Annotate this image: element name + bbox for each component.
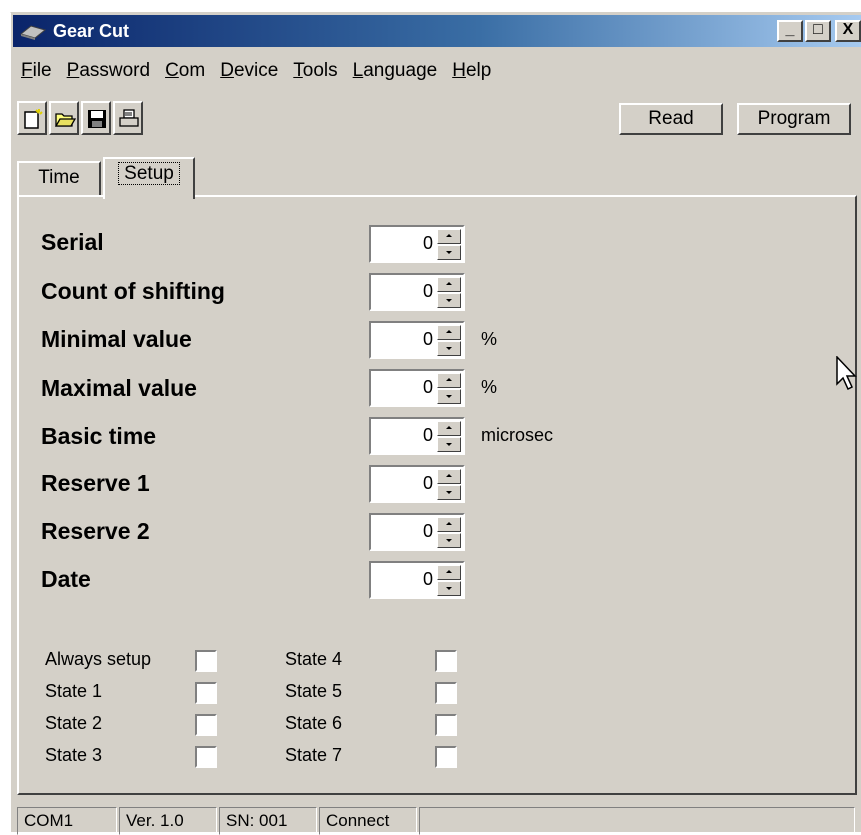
save-icon xyxy=(88,110,106,128)
state-5-label: State 5 xyxy=(285,681,343,701)
close-icon: X xyxy=(842,21,854,38)
state-6-checkbox[interactable] xyxy=(435,714,457,736)
spin-up-icon[interactable] xyxy=(437,469,461,484)
spin-up-icon[interactable] xyxy=(437,325,461,340)
state-7-label: State 7 xyxy=(285,745,343,765)
count-of-shifting-stepper[interactable]: 0 xyxy=(369,273,465,311)
menu-file[interactable]: File xyxy=(15,57,61,85)
status-port: COM1 xyxy=(17,807,117,835)
spin-up-icon[interactable] xyxy=(437,229,461,244)
date-value[interactable]: 0 xyxy=(423,569,433,590)
reserve-1-stepper[interactable]: 0 xyxy=(369,465,465,503)
serial-label: Serial xyxy=(41,229,104,255)
spin-down-icon[interactable] xyxy=(437,485,461,500)
spin-up-icon[interactable] xyxy=(437,373,461,388)
always-setup-label: Always setup xyxy=(45,649,152,669)
menu-com[interactable]: Com xyxy=(159,57,214,85)
reserve-1-value[interactable]: 0 xyxy=(423,473,433,494)
setup-panel: Serial 0 Count of shifting 0 Minimal val… xyxy=(17,195,857,795)
spin-down-icon[interactable] xyxy=(437,581,461,596)
reserve-2-label: Reserve 2 xyxy=(41,518,150,544)
state-5-checkbox[interactable] xyxy=(435,682,457,704)
basic-time-unit: microsec xyxy=(481,425,554,445)
state-7-checkbox[interactable] xyxy=(435,746,457,768)
maximize-button[interactable]: □ xyxy=(805,20,831,42)
spin-down-icon[interactable] xyxy=(437,437,461,452)
menu-tools[interactable]: Tools xyxy=(287,57,346,85)
spin-down-icon[interactable] xyxy=(437,245,461,260)
minimal-value-label: Minimal value xyxy=(41,326,192,352)
spin-up-icon[interactable] xyxy=(437,421,461,436)
maximal-value-label: Maximal value xyxy=(41,375,197,401)
toolbar: Read Program xyxy=(15,93,855,139)
maximize-icon: □ xyxy=(813,21,823,38)
maximal-value-value[interactable]: 0 xyxy=(423,377,433,398)
menu-password[interactable]: Password xyxy=(61,57,159,85)
menu-help[interactable]: Help xyxy=(446,57,500,85)
save-button[interactable] xyxy=(81,101,111,135)
program-button[interactable]: Program xyxy=(737,103,851,135)
tab-time[interactable]: Time xyxy=(17,161,101,197)
title-bar[interactable]: Gear Cut _ □ X xyxy=(13,15,861,47)
mouse-cursor-icon xyxy=(836,356,857,391)
spin-down-icon[interactable] xyxy=(437,389,461,404)
main-window: Gear Cut _ □ X File Password Com Device … xyxy=(10,12,861,835)
reserve-1-label: Reserve 1 xyxy=(41,470,150,496)
status-bar: COM1 Ver. 1.0 SN: 001 Connect xyxy=(17,805,857,835)
state-3-label: State 3 xyxy=(45,745,103,765)
window-title: Gear Cut xyxy=(53,21,130,41)
basic-time-value[interactable]: 0 xyxy=(423,425,433,446)
state-4-label: State 4 xyxy=(285,649,343,669)
date-stepper[interactable]: 0 xyxy=(369,561,465,599)
reserve-2-value[interactable]: 0 xyxy=(423,521,433,542)
menu-language[interactable]: Language xyxy=(347,57,447,85)
serial-value[interactable]: 0 xyxy=(423,233,433,254)
count-of-shifting-label: Count of shifting xyxy=(41,278,225,304)
tab-strip: Time Setup xyxy=(17,157,857,199)
status-serial: SN: 001 xyxy=(219,807,317,835)
reserve-2-stepper[interactable]: 0 xyxy=(369,513,465,551)
read-button[interactable]: Read xyxy=(619,103,723,135)
basic-time-label: Basic time xyxy=(41,423,157,449)
maximal-value-unit: % xyxy=(481,377,498,397)
spin-down-icon[interactable] xyxy=(437,533,461,548)
state-3-checkbox[interactable] xyxy=(195,746,217,768)
count-of-shifting-value[interactable]: 0 xyxy=(423,281,433,302)
minimal-value-value[interactable]: 0 xyxy=(423,329,433,350)
spin-up-icon[interactable] xyxy=(437,277,461,292)
minimize-icon: _ xyxy=(785,21,795,38)
print-button[interactable] xyxy=(113,101,143,135)
always-setup-checkbox[interactable] xyxy=(195,650,217,672)
status-empty-panel xyxy=(419,807,855,835)
open-folder-icon xyxy=(54,113,76,127)
tab-setup[interactable]: Setup xyxy=(103,157,195,199)
basic-time-stepper[interactable]: 0 xyxy=(369,417,465,455)
close-button[interactable]: X xyxy=(835,20,861,42)
serial-stepper[interactable]: 0 xyxy=(369,225,465,263)
status-version: Ver. 1.0 xyxy=(119,807,217,835)
menu-bar: File Password Com Device Tools Language … xyxy=(15,57,500,85)
open-button[interactable] xyxy=(49,101,79,135)
new-file-button[interactable] xyxy=(17,101,47,135)
state-2-checkbox[interactable] xyxy=(195,714,217,736)
spin-down-icon[interactable] xyxy=(437,293,461,308)
state-2-label: State 2 xyxy=(45,713,103,733)
chip-app-icon xyxy=(19,25,47,40)
state-6-label: State 6 xyxy=(285,713,343,733)
date-label: Date xyxy=(41,566,91,592)
state-1-label: State 1 xyxy=(45,681,103,701)
state-1-checkbox[interactable] xyxy=(195,682,217,704)
minimize-button[interactable]: _ xyxy=(777,20,803,42)
print-icon xyxy=(119,109,139,127)
spin-down-icon[interactable] xyxy=(437,341,461,356)
minimal-value-unit: % xyxy=(481,329,498,349)
spin-up-icon[interactable] xyxy=(437,565,461,580)
spin-up-icon[interactable] xyxy=(437,517,461,532)
status-connection: Connect xyxy=(319,807,417,835)
state-4-checkbox[interactable] xyxy=(435,650,457,672)
menu-device[interactable]: Device xyxy=(214,57,287,85)
new-file-icon xyxy=(24,109,43,129)
minimal-value-stepper[interactable]: 0 xyxy=(369,321,465,359)
maximal-value-stepper[interactable]: 0 xyxy=(369,369,465,407)
